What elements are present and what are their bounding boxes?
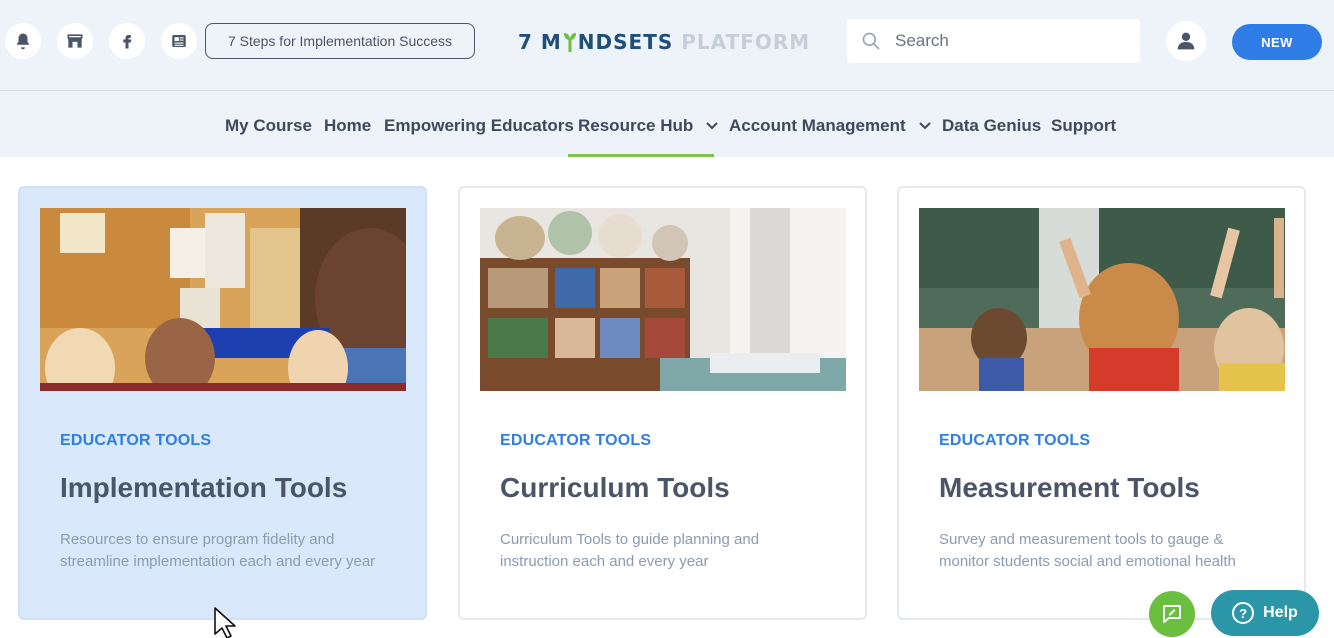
notifications-button[interactable]: [5, 23, 41, 59]
nav-label: Resource Hub: [578, 116, 694, 135]
help-button[interactable]: ? Help: [1211, 590, 1319, 636]
store-button[interactable]: [57, 23, 93, 59]
card-description: Curriculum Tools to guide planning and i…: [500, 531, 760, 570]
main-navigation: My Course Home Empowering Educators Reso…: [0, 90, 1334, 157]
mouse-pointer-icon: [214, 607, 242, 638]
search-input[interactable]: [895, 31, 1125, 51]
nav-item-account-management[interactable]: Account Management: [729, 116, 931, 136]
logo-text-platform: PLATFORM: [681, 30, 811, 54]
top-header: 7 Steps for Implementation Success 7 M N…: [0, 0, 1334, 90]
card-description: Resources to ensure program fidelity and…: [60, 531, 376, 570]
search-icon: [862, 32, 880, 50]
card-eyebrow: EDUCATOR TOOLS: [939, 432, 1091, 449]
nav-label: Home: [324, 116, 372, 135]
logo-text-b: NDSETS: [577, 30, 674, 54]
nav-item-my-course[interactable]: My Course: [225, 116, 312, 136]
chat-feedback-icon: [1163, 605, 1181, 623]
card-eyebrow: EDUCATOR TOOLS: [60, 432, 212, 449]
news-icon: [172, 35, 186, 47]
news-button[interactable]: [161, 23, 197, 59]
card-measurement-tools[interactable]: EDUCATOR TOOLS Measurement Tools Survey …: [897, 186, 1306, 620]
nav-label: Support: [1051, 116, 1117, 135]
new-button[interactable]: NEW: [1232, 24, 1322, 60]
brand-logo[interactable]: 7 M NDSETS PLATFORM: [518, 28, 810, 56]
chevron-down-icon: [918, 122, 931, 130]
active-nav-indicator: [568, 154, 714, 157]
facebook-icon: [123, 35, 132, 49]
nav-item-home[interactable]: Home: [324, 116, 371, 136]
facebook-button[interactable]: [109, 23, 145, 59]
teacher-with-students-photo: [40, 208, 406, 391]
students-raising-hands-photo: [919, 208, 1285, 391]
card-description: Survey and measurement tools to gauge & …: [939, 531, 1236, 570]
classroom-shelves-photo: [480, 208, 846, 391]
search-box[interactable]: [847, 19, 1140, 63]
nav-item-support[interactable]: Support: [1051, 116, 1116, 136]
feedback-chat-button[interactable]: [1149, 591, 1195, 637]
question-mark-icon: ?: [1232, 602, 1255, 624]
nav-item-resource-hub[interactable]: Resource Hub: [578, 116, 718, 136]
card-title[interactable]: Measurement Tools: [939, 472, 1200, 504]
implementation-steps-button[interactable]: 7 Steps for Implementation Success: [205, 23, 475, 59]
nav-item-data-genius[interactable]: Data Genius: [942, 116, 1041, 136]
logo-sprout-icon: [563, 31, 577, 53]
nav-item-empowering-educators[interactable]: Empowering Educators: [384, 116, 574, 136]
card-title[interactable]: Curriculum Tools: [500, 472, 730, 504]
user-account-button[interactable]: [1166, 21, 1206, 61]
nav-label: Account Management: [729, 116, 906, 135]
card-title[interactable]: Implementation Tools: [60, 472, 347, 504]
card-implementation-tools[interactable]: EDUCATOR TOOLS Implementation Tools Reso…: [18, 186, 427, 620]
nav-label: Data Genius: [942, 116, 1042, 135]
card-eyebrow: EDUCATOR TOOLS: [500, 432, 652, 449]
card-curriculum-tools[interactable]: EDUCATOR TOOLS Curriculum Tools Curricul…: [458, 186, 867, 620]
store-icon: [67, 34, 83, 48]
help-label: Help: [1263, 604, 1298, 621]
user-icon: [1177, 32, 1195, 50]
bell-icon: [17, 33, 29, 50]
logo-text-a: 7 M: [518, 30, 562, 54]
nav-label: My Course: [225, 116, 312, 135]
nav-label: Empowering Educators: [384, 116, 574, 135]
chevron-down-icon: [706, 122, 718, 130]
